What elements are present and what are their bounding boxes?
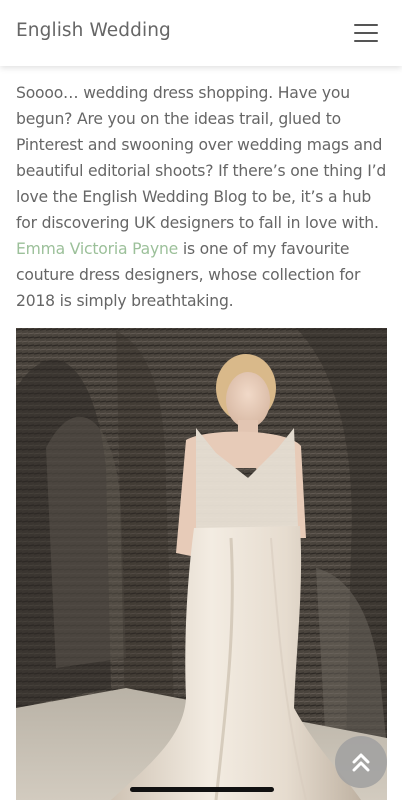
hero-image [16, 328, 387, 800]
scroll-to-top-button[interactable] [335, 736, 387, 788]
site-title[interactable]: English Wedding [16, 20, 171, 41]
intro-text: Soooo… wedding dress shopping. Have you … [16, 84, 387, 232]
site-header: English Wedding [0, 0, 402, 66]
designer-link[interactable]: Emma Victoria Payne [16, 240, 178, 258]
hamburger-menu-icon[interactable] [354, 22, 380, 44]
article-body: Soooo… wedding dress shopping. Have you … [16, 80, 388, 314]
home-indicator [130, 787, 274, 792]
bride-photo [16, 328, 387, 800]
double-chevron-up-icon [352, 753, 370, 772]
